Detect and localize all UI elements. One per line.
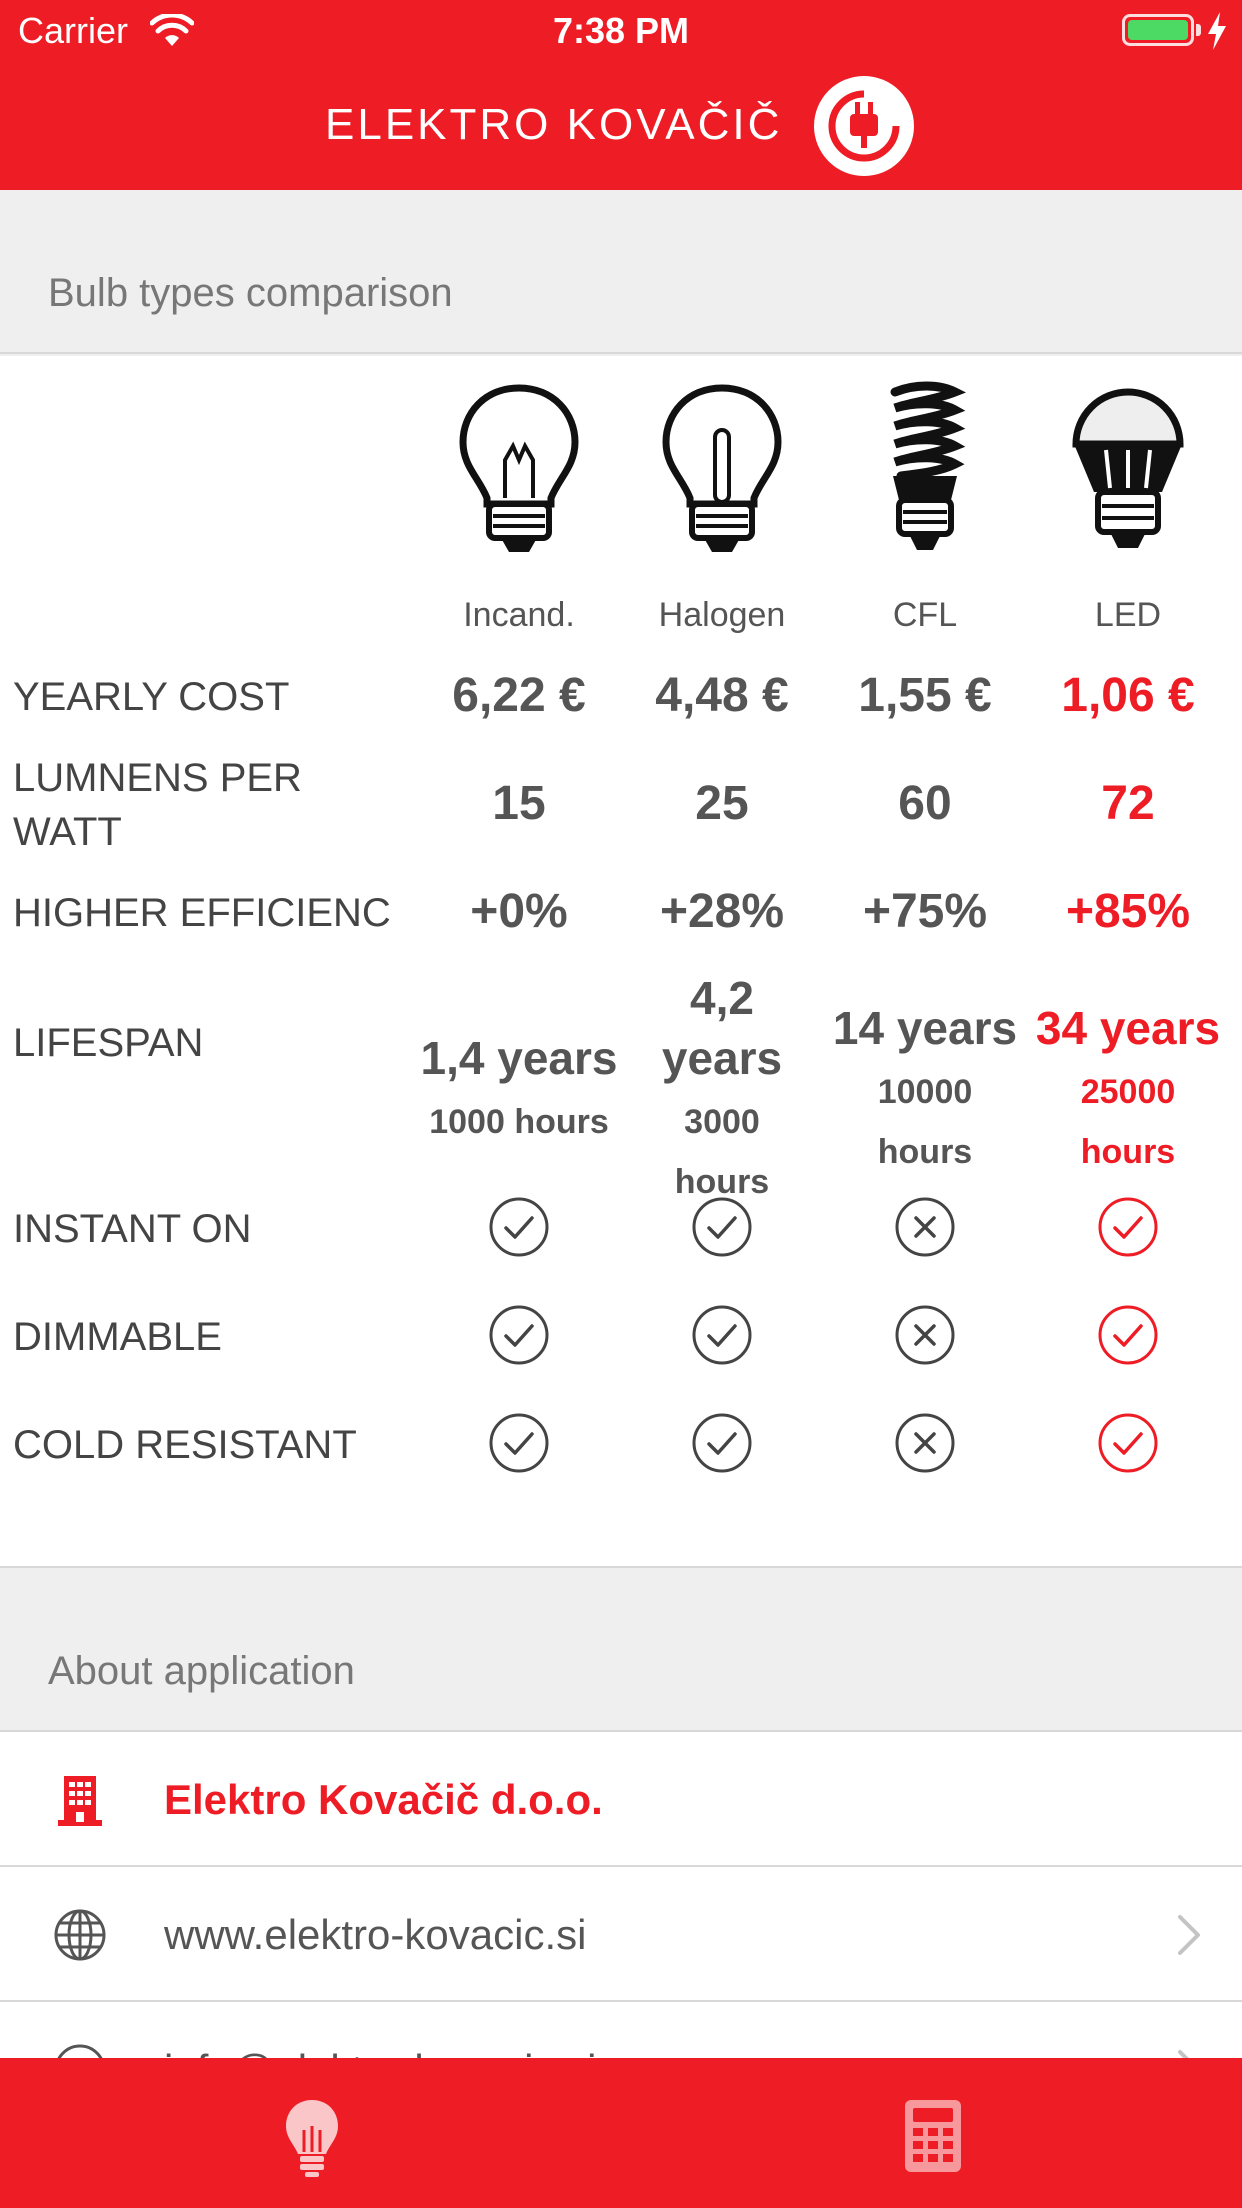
bulb-label-halogen: Halogen: [658, 596, 786, 634]
efficiency-incandescent: +0%: [470, 885, 568, 938]
check-icon-dimmable-incandescent: [489, 1305, 549, 1365]
battery-tip: [1196, 24, 1201, 36]
building-icon: [58, 1776, 102, 1826]
lumens-incandescent: 15: [492, 777, 546, 830]
check-icon-cold-resistant-led: [1098, 1413, 1158, 1473]
led-bulb-icon: [1072, 388, 1184, 548]
check-icon-instant-on-incandescent: [489, 1197, 549, 1257]
list-item-company[interactable]: Elektro Kovačič d.o.o.: [0, 1732, 1242, 1867]
yearly-cost-led: 1,06 €: [1061, 669, 1195, 722]
battery-icon: [1122, 14, 1194, 46]
status-bar: Carrier 7:38 PM: [0, 0, 1242, 62]
cross-icon-dimmable-cfl: [895, 1305, 955, 1365]
company-name: Elektro Kovačič d.o.o.: [164, 1776, 603, 1823]
globe-icon: [54, 1909, 106, 1961]
halogen-bulb-icon: [662, 384, 782, 552]
lifespan-years-led: 34 years: [1035, 1002, 1221, 1054]
lifespan-hours-led: 25000 hours: [1080, 1073, 1176, 1171]
row-label-lifespan: LIFESPAN: [13, 1021, 204, 1065]
lifespan-years-cfl: 14 years: [832, 1002, 1018, 1054]
yearly-cost-halogen: 4,48 €: [655, 669, 789, 722]
lifespan-hours-halogen: 3000 hours: [674, 1103, 770, 1201]
lifespan-years-halogen: 4,2 years: [661, 972, 783, 1084]
row-label-lumens: LUMNENS PER WATT: [13, 756, 302, 854]
incandescent-bulb-icon: [459, 384, 579, 552]
charging-bolt-icon: [1208, 12, 1226, 50]
check-icon-cold-resistant-incandescent: [489, 1413, 549, 1473]
check-icon-dimmable-led: [1098, 1305, 1158, 1365]
website-link: www.elektro-kovacic.si: [164, 1911, 587, 1958]
row-label-instant-on: INSTANT ON: [13, 1207, 252, 1251]
calculator-icon: [905, 2100, 961, 2172]
efficiency-halogen: +28%: [659, 885, 785, 938]
cross-icon-instant-on-cfl: [895, 1197, 955, 1257]
cross-icon-cold-resistant-cfl: [895, 1413, 955, 1473]
bulb-label-cfl: CFL: [892, 596, 958, 634]
status-time: 7:38 PM: [552, 10, 690, 51]
list-item-website[interactable]: www.elektro-kovacic.si: [0, 1867, 1242, 2002]
about-section-header: About application: [0, 1568, 1242, 1732]
efficiency-cfl: +75%: [862, 885, 988, 938]
lumens-led: 72: [1101, 777, 1155, 830]
chevron-right-icon: [1178, 1915, 1200, 1955]
lumens-cfl: 60: [898, 777, 952, 830]
brand-name: ELEKTRO KOVAČIČ: [325, 100, 783, 149]
comparison-section-header: Bulb types comparison: [0, 190, 1242, 354]
lumens-halogen: 25: [695, 777, 749, 830]
bulb-comparison-table: Incand. Halogen CFL LED YEARLY COST 6,22…: [0, 356, 1242, 1568]
tab-bar: [0, 2058, 1242, 2208]
lifespan-years-incandescent: 1,4 years: [420, 1032, 618, 1084]
check-icon-cold-resistant-halogen: [692, 1413, 752, 1473]
check-icon-instant-on-halogen: [692, 1197, 752, 1257]
app-header: Carrier 7:38 PM ELEKTRO KOVAČIČ: [0, 0, 1242, 190]
yearly-cost-incandescent: 6,22 €: [452, 669, 586, 722]
yearly-cost-cfl: 1,55 €: [858, 669, 992, 722]
lifespan-hours-cfl: 10000 hours: [877, 1073, 973, 1171]
light-bulb-icon: [286, 2100, 338, 2177]
bulb-label-incandescent: Incand.: [463, 596, 575, 634]
lifespan-hours-incandescent: 1000 hours: [429, 1103, 609, 1141]
check-icon-dimmable-halogen: [692, 1305, 752, 1365]
tab-calculator[interactable]: [621, 2058, 1242, 2208]
check-icon-instant-on-led: [1098, 1197, 1158, 1257]
plug-logo-icon: [814, 76, 914, 176]
comparison-section-title: Bulb types comparison: [48, 271, 453, 315]
row-label-dimmable: DIMMABLE: [13, 1315, 222, 1359]
cfl-bulb-icon: [890, 381, 966, 550]
row-label-cold-resistant: COLD RESISTANT: [13, 1423, 357, 1467]
about-section-title: About application: [48, 1649, 355, 1693]
row-label-efficiency: HIGHER EFFICIENC: [13, 891, 391, 935]
efficiency-led: +85%: [1065, 885, 1191, 938]
row-label-yearly-cost: YEARLY COST: [13, 675, 290, 719]
tab-bulb-comparison[interactable]: [0, 2058, 621, 2208]
bulb-label-led: LED: [1094, 596, 1162, 634]
